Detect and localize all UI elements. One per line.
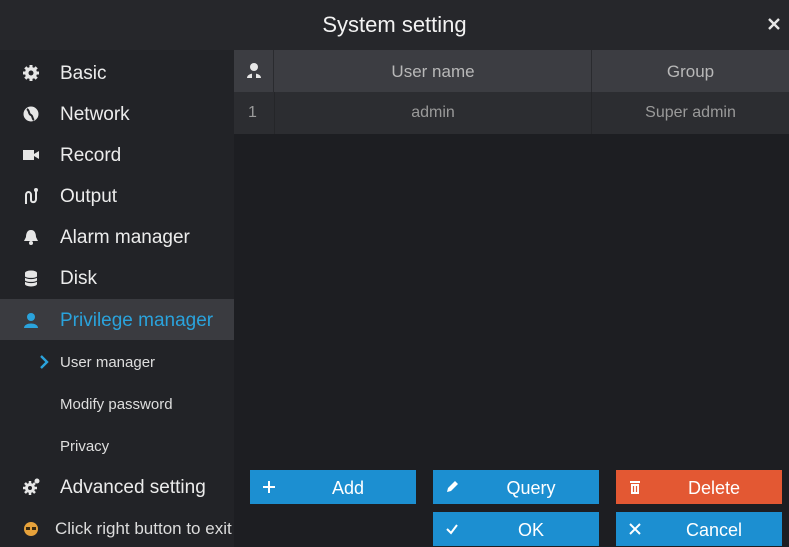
cell-group: Super admin <box>645 104 736 121</box>
trash-icon <box>630 481 640 494</box>
plus-icon <box>263 481 275 493</box>
query-button-label: Query <box>506 478 556 498</box>
sidebar-item-label: Basic <box>60 63 107 84</box>
exit-hint: Click right button to exit <box>55 519 232 538</box>
sidebar-subitem-modify-password[interactable]: Modify password <box>0 383 234 424</box>
add-button-label: Add <box>331 478 365 498</box>
user-manager-panel: User name Group 1 admin Super admin Add … <box>234 50 789 512</box>
query-button[interactable]: Query <box>433 470 599 504</box>
title-bar: System setting <box>0 0 789 50</box>
sidebar-item-disk[interactable]: Disk <box>0 257 234 298</box>
cancel-button-label: Cancel <box>685 520 743 540</box>
output-icon <box>25 188 38 204</box>
globe-icon <box>23 106 39 122</box>
user-icon <box>24 313 38 328</box>
check-icon <box>446 524 458 535</box>
row-index: 1 <box>248 104 257 121</box>
sidebar: Basic Network Record Output Alarm manage… <box>0 50 234 512</box>
table-header: User name Group <box>234 50 789 92</box>
ok-button-label: OK <box>517 520 544 540</box>
chevron-right-icon <box>40 355 49 369</box>
sidebar-item-label: Alarm manager <box>60 227 190 248</box>
sidebar-item-label: Output <box>60 186 118 207</box>
cancel-button[interactable]: Cancel <box>616 512 782 546</box>
sidebar-subitem-privacy[interactable]: Privacy <box>0 425 234 466</box>
add-button[interactable]: Add <box>250 470 416 504</box>
bell-icon <box>24 230 38 245</box>
sidebar-subitem-label: Modify password <box>60 396 173 413</box>
database-icon <box>24 270 38 287</box>
window-title: System setting <box>322 12 467 37</box>
sidebar-item-advanced-setting[interactable]: Advanced setting <box>0 466 234 507</box>
delete-button-label: Delete <box>687 478 741 498</box>
mouse-icon <box>24 522 38 536</box>
close-icon <box>629 523 641 535</box>
sidebar-item-output[interactable]: Output <box>0 175 234 216</box>
sidebar-subitem-label: Privacy <box>60 438 110 455</box>
sidebar-item-alarm-manager[interactable]: Alarm manager <box>0 216 234 257</box>
sidebar-item-record[interactable]: Record <box>0 134 234 175</box>
sidebar-subitem-user-manager[interactable]: User manager <box>0 341 234 382</box>
user-icon <box>247 63 261 78</box>
pencil-icon <box>447 481 458 492</box>
sidebar-item-label: Privilege manager <box>60 310 214 331</box>
cell-user-name: admin <box>411 104 455 121</box>
sidebar-item-privilege-manager[interactable]: Privilege manager <box>0 299 234 340</box>
table-row[interactable]: 1 admin Super admin <box>234 92 789 134</box>
ok-button[interactable]: OK <box>433 512 599 546</box>
gears-icon <box>23 478 40 495</box>
sidebar-item-label: Network <box>60 104 130 125</box>
sidebar-item-label: Advanced setting <box>60 477 206 498</box>
video-camera-icon <box>23 150 39 160</box>
sidebar-item-basic[interactable]: Basic <box>0 52 234 93</box>
column-header-user-name[interactable]: User name <box>275 62 591 82</box>
column-header-group[interactable]: Group <box>592 62 789 82</box>
table-header-user-cell <box>234 50 274 92</box>
sidebar-item-label: Record <box>60 145 122 166</box>
sidebar-item-label: Disk <box>60 268 97 289</box>
delete-button[interactable]: Delete <box>616 470 782 504</box>
sidebar-item-network[interactable]: Network <box>0 93 234 134</box>
sidebar-subitem-label: User manager <box>60 354 156 371</box>
gear-icon <box>23 65 39 81</box>
close-icon[interactable] <box>763 13 785 35</box>
